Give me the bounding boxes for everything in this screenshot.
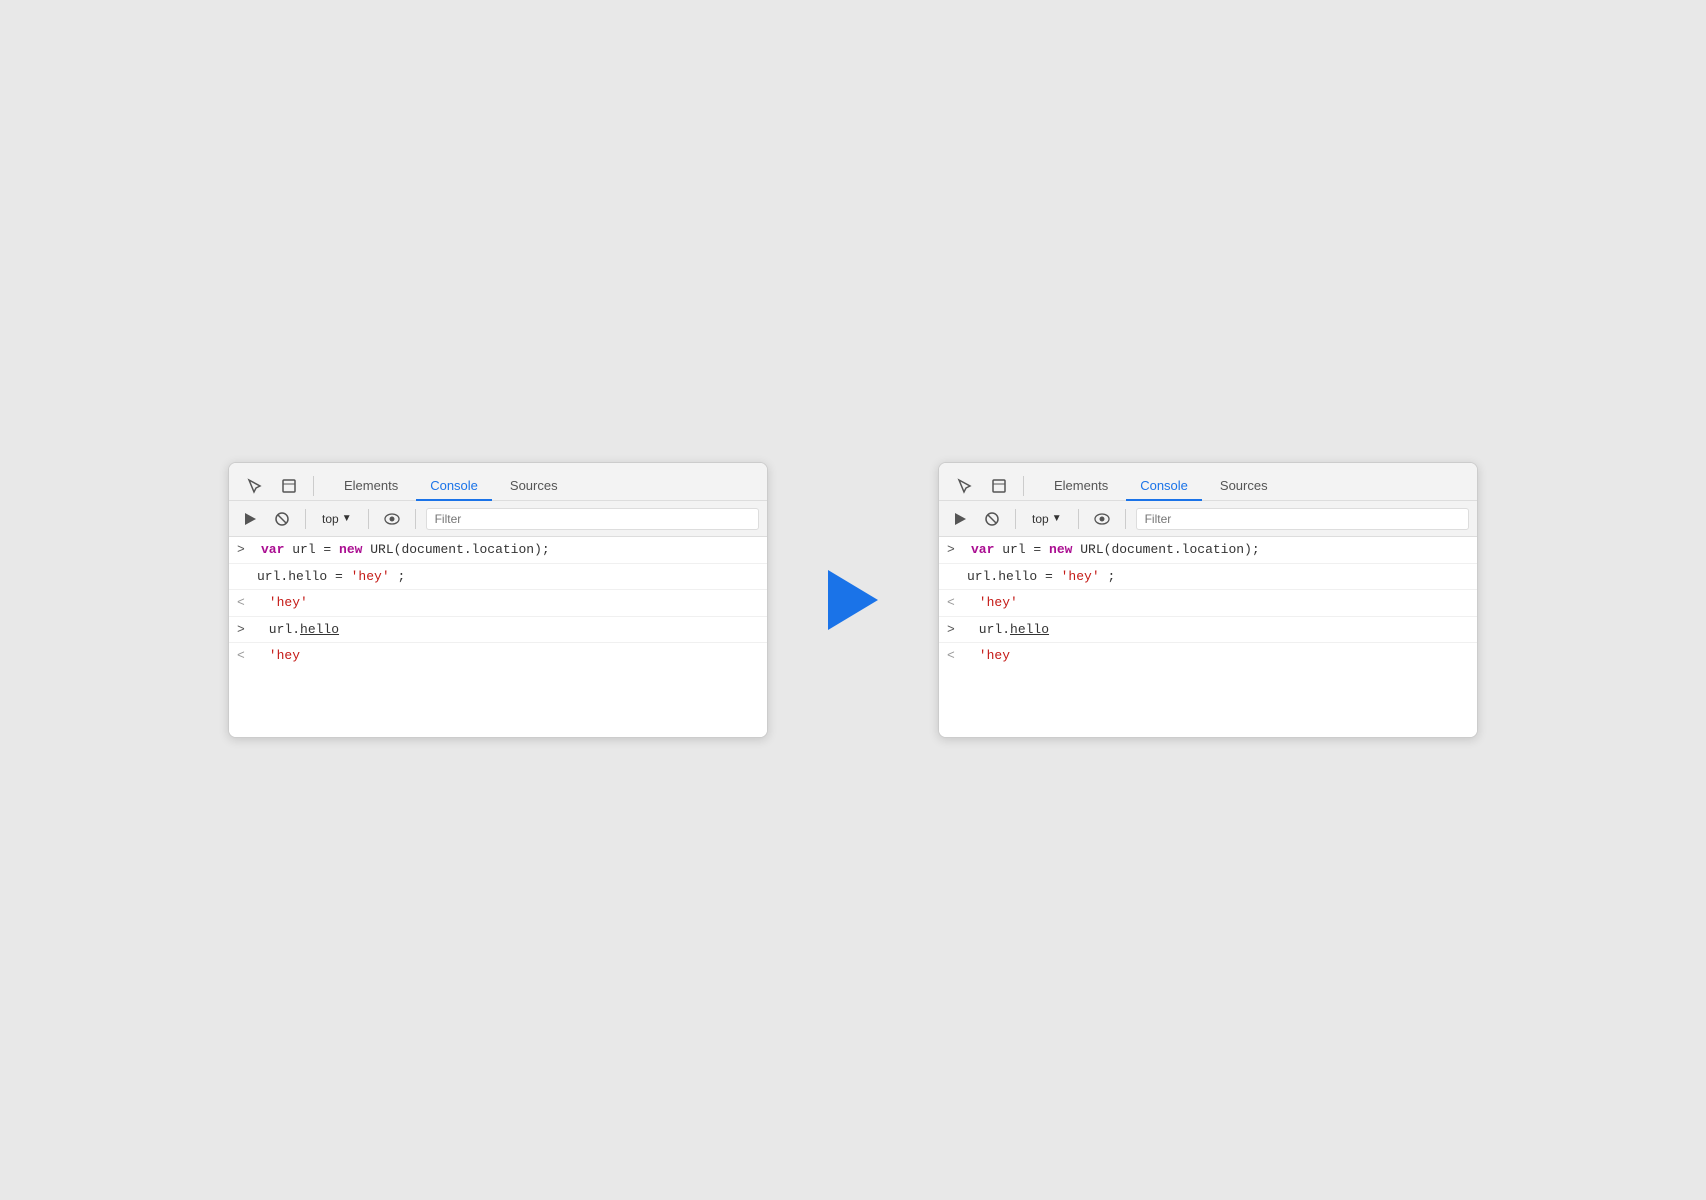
divider-console2-left bbox=[368, 509, 369, 529]
eye-icon-left[interactable] bbox=[379, 506, 405, 532]
console-line-2-right: url.hello = 'hey' ; bbox=[939, 564, 1477, 591]
code-plain-4b-right: hello bbox=[1010, 622, 1049, 637]
console-line-4-left: > url.hello bbox=[229, 617, 767, 644]
arrow-wrapper bbox=[828, 570, 878, 630]
no-icon-right[interactable] bbox=[979, 506, 1005, 532]
tab-elements-left[interactable]: Elements bbox=[330, 472, 412, 501]
console-line-2-left: url.hello = 'hey' ; bbox=[229, 564, 767, 591]
divider-left bbox=[313, 476, 314, 496]
prompt-5-left: < bbox=[237, 646, 253, 666]
kw-var-left: var bbox=[261, 542, 284, 557]
console-content-right: > var url = new URL(document.location); … bbox=[939, 537, 1477, 737]
code-2-right: url.hello = 'hey' ; bbox=[967, 567, 1115, 587]
tabs-right: Elements Console Sources bbox=[939, 463, 1477, 501]
code-2-left: url.hello = 'hey' ; bbox=[257, 567, 405, 587]
console-line-1-left: > var url = new URL(document.location); bbox=[229, 537, 767, 564]
console-line-1-right: > var url = new URL(document.location); bbox=[939, 537, 1477, 564]
divider-console-left bbox=[305, 509, 306, 529]
prompt-1-right: > bbox=[947, 540, 963, 560]
console-toolbar-right: top ▼ bbox=[939, 501, 1477, 537]
console-line-5-right: < 'hey bbox=[939, 643, 1477, 669]
top-selector-left[interactable]: top ▼ bbox=[316, 509, 358, 529]
code-plain-1b-right: URL(document.location); bbox=[1080, 542, 1259, 557]
code-1-left: var url = new URL(document.location); bbox=[261, 540, 550, 560]
code-plain-4a-right: url. bbox=[971, 622, 1010, 637]
divider-console3-right bbox=[1125, 509, 1126, 529]
tabs-left: Elements Console Sources bbox=[229, 463, 767, 501]
kw-new-left: new bbox=[339, 542, 362, 557]
dropdown-icon-left: ▼ bbox=[342, 513, 352, 524]
code-plain-4b: hello bbox=[300, 622, 339, 637]
no-icon-left[interactable] bbox=[269, 506, 295, 532]
play-icon-right[interactable] bbox=[947, 506, 973, 532]
console-line-5-left: < 'hey bbox=[229, 643, 767, 669]
console-line-3-left: < 'hey' bbox=[229, 590, 767, 617]
tab-console-left[interactable]: Console bbox=[416, 472, 492, 501]
divider-console-right bbox=[1015, 509, 1016, 529]
kw-new-right: new bbox=[1049, 542, 1072, 557]
code-plain-1a-right: url = bbox=[1002, 542, 1049, 557]
console-toolbar-left: top ▼ bbox=[229, 501, 767, 537]
tab-sources-left[interactable]: Sources bbox=[496, 472, 572, 501]
dropdown-icon-right: ▼ bbox=[1052, 513, 1062, 524]
play-icon-left[interactable] bbox=[237, 506, 263, 532]
kw-var-right: var bbox=[971, 542, 994, 557]
tab-elements-right[interactable]: Elements bbox=[1040, 472, 1122, 501]
console-content-left: > var url = new URL(document.location); … bbox=[229, 537, 767, 737]
code-plain-2a-right: url.hello = bbox=[967, 569, 1061, 584]
output-hey-right: 'hey' bbox=[971, 593, 1018, 613]
devtools-panel-right: Elements Console Sources top ▼ bbox=[938, 462, 1478, 738]
top-selector-right[interactable]: top ▼ bbox=[1026, 509, 1068, 529]
code-plain-4a: url. bbox=[261, 622, 300, 637]
inspector-icon-right[interactable] bbox=[985, 472, 1013, 500]
cursor-icon-left[interactable] bbox=[241, 472, 269, 500]
prompt-5-right: < bbox=[947, 646, 963, 666]
console-line-4-right: > url.hello bbox=[939, 617, 1477, 644]
prompt-3-right: < bbox=[947, 593, 963, 613]
output-hey-left: 'hey' bbox=[261, 593, 308, 613]
arrow-right-icon bbox=[828, 570, 878, 630]
prompt-1-left: > bbox=[237, 540, 253, 560]
prompt-4-right: > bbox=[947, 620, 963, 640]
output-partial-hey-left: 'hey bbox=[261, 646, 300, 666]
str-hey-left: 'hey' bbox=[351, 569, 390, 584]
code-plain-2b: ; bbox=[397, 569, 405, 584]
divider-console2-right bbox=[1078, 509, 1079, 529]
tab-console-right[interactable]: Console bbox=[1126, 472, 1202, 501]
prompt-3-left: < bbox=[237, 593, 253, 613]
cursor-icon-right[interactable] bbox=[951, 472, 979, 500]
page-wrapper: Elements Console Sources top ▼ bbox=[168, 402, 1538, 798]
divider-right bbox=[1023, 476, 1024, 496]
divider-console3-left bbox=[415, 509, 416, 529]
output-partial-hey-right: 'hey bbox=[971, 646, 1010, 666]
code-plain-2b-right: ; bbox=[1107, 569, 1115, 584]
code-plain-2a: url.hello = bbox=[257, 569, 351, 584]
filter-input-left[interactable] bbox=[426, 508, 759, 530]
inspector-icon-left[interactable] bbox=[275, 472, 303, 500]
str-hey-right: 'hey' bbox=[1061, 569, 1100, 584]
prompt-4-left: > bbox=[237, 620, 253, 640]
code-4-right: url.hello bbox=[971, 620, 1049, 640]
code-1-right: var url = new URL(document.location); bbox=[971, 540, 1260, 560]
code-4-left: url.hello bbox=[261, 620, 339, 640]
devtools-panel-left: Elements Console Sources top ▼ bbox=[228, 462, 768, 738]
eye-icon-right[interactable] bbox=[1089, 506, 1115, 532]
top-label-left: top bbox=[322, 512, 339, 526]
console-line-3-right: < 'hey' bbox=[939, 590, 1477, 617]
tab-sources-right[interactable]: Sources bbox=[1206, 472, 1282, 501]
filter-input-right[interactable] bbox=[1136, 508, 1469, 530]
code-plain-1a: url = bbox=[292, 542, 339, 557]
code-plain-1b: URL(document.location); bbox=[370, 542, 549, 557]
top-label-right: top bbox=[1032, 512, 1049, 526]
